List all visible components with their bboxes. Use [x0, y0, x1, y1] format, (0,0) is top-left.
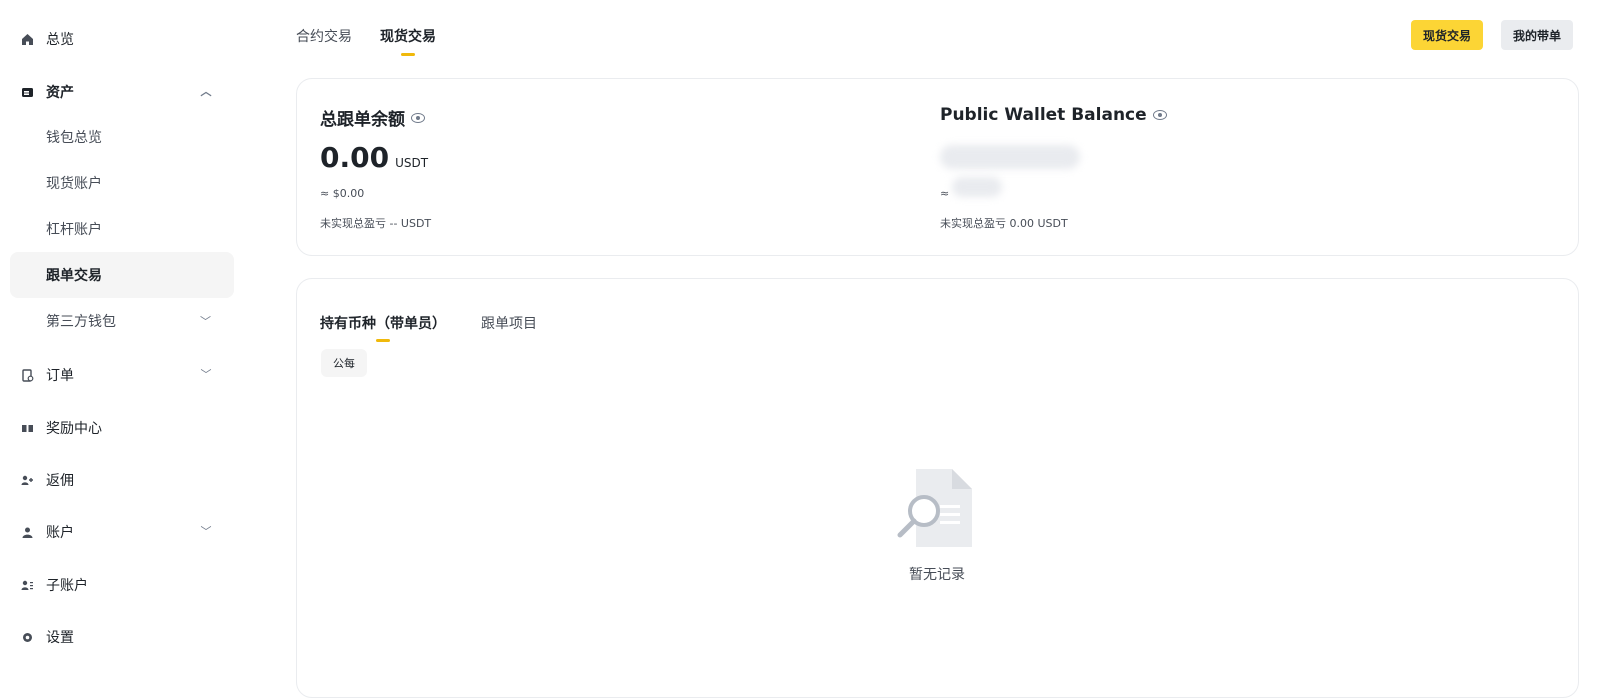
chevron-down-icon: ﹀ — [200, 368, 212, 381]
user-icon — [20, 525, 34, 539]
sidebar-subitem-copy-trading[interactable]: 跟单交易 — [10, 252, 234, 298]
sidebar-subitem-margin-account[interactable]: 杠杆账户 — [10, 206, 234, 252]
hidden-usd-blur — [952, 177, 1002, 197]
holdings-card: 持有币种（带单员） 跟单项目 公每 暂无记录 — [296, 278, 1579, 698]
order-icon — [20, 368, 34, 382]
sidebar-item-label: 设置 — [46, 630, 74, 646]
sidebar-item-account[interactable]: 账户 ﹀ — [10, 509, 234, 555]
chevron-down-icon: ﹀ — [200, 315, 211, 328]
public-wallet-usd-prefix: ≈ — [940, 187, 950, 200]
eye-icon[interactable] — [1152, 110, 1167, 120]
add-user-icon — [20, 473, 34, 487]
tab-copy-projects[interactable]: 跟单项目 — [481, 313, 537, 333]
gear-icon — [20, 630, 34, 644]
sidebar-item-label: 订单 — [46, 368, 74, 384]
sidebar-subitem-label: 杠杆账户 — [46, 222, 102, 238]
sidebar-item-label: 返佣 — [46, 473, 74, 489]
hidden-balance-blur — [940, 145, 1080, 169]
public-wallet-title: Public Wallet Balance — [940, 105, 1167, 125]
home-icon — [20, 32, 34, 46]
sidebar-subitem-spot-account[interactable]: 现货账户 — [10, 160, 234, 206]
sidebar-item-assets[interactable]: 资产 ︿ — [10, 69, 234, 115]
copy-unrealized-pnl: 未实现总盈亏 -- USDT — [320, 217, 432, 230]
tab-holdings[interactable]: 持有币种（带单员） — [320, 313, 446, 333]
empty-search-icon — [897, 469, 972, 547]
balance-card: 总跟单余额 0.00 USDT ≈ $0.00 未实现总盈亏 -- USDT Pu… — [296, 78, 1579, 256]
public-unrealized-pnl: 未实现总盈亏 0.00 USDT — [940, 217, 1068, 230]
sidebar-item-label: 账户 — [46, 525, 74, 541]
copy-balance-usd: ≈ $0.00 — [320, 187, 365, 200]
sidebar-item-settings[interactable]: 设置 — [10, 614, 234, 660]
empty-state-text: 暂无记录 — [909, 567, 965, 583]
sidebar-subitem-third-party-wallet[interactable]: 第三方钱包 ﹀ — [10, 298, 234, 344]
sidebar-item-rebate[interactable]: 返佣 — [10, 457, 234, 503]
sidebar-item-orders[interactable]: 订单 ﹀ — [10, 352, 234, 398]
tab-futures[interactable]: 合约交易 — [296, 26, 352, 46]
sidebar-item-label: 总览 — [46, 32, 74, 48]
copy-balance-amount: 0.00 USDT — [320, 141, 428, 174]
copy-balance-value: 0.00 — [320, 141, 390, 174]
sidebar-item-subaccount[interactable]: 子账户 — [10, 562, 234, 608]
sidebar: 总览 资产 ︿ 钱包总览 现货账户 杠杆账户 跟单交易 第三方钱包 ﹀ 订单 ﹀… — [0, 0, 238, 674]
my-lead-button[interactable]: 我的带单 — [1501, 20, 1574, 50]
sidebar-subitem-label: 现货账户 — [46, 176, 102, 192]
eye-icon[interactable] — [411, 112, 425, 123]
sidebar-item-label: 奖励中心 — [46, 421, 102, 437]
public-wallet-title-text: Public Wallet Balance — [940, 105, 1147, 125]
copy-balance-unit: USDT — [395, 156, 429, 170]
copy-balance-title: 总跟单余额 — [320, 105, 425, 130]
sidebar-subitem-wallet-overview[interactable]: 钱包总览 — [10, 114, 234, 160]
sidebar-item-rewards[interactable]: 奖励中心 — [10, 405, 234, 451]
sidebar-subitem-label: 第三方钱包 — [46, 314, 116, 330]
chevron-up-icon: ︿ — [200, 85, 212, 98]
sidebar-subitem-label: 钱包总览 — [46, 130, 102, 146]
tab-spot[interactable]: 现货交易 — [380, 26, 436, 46]
copy-balance-title-text: 总跟单余额 — [320, 110, 405, 130]
sidebar-subitem-label: 跟单交易 — [46, 268, 102, 284]
spot-trade-button[interactable]: 现货交易 — [1411, 20, 1484, 50]
chevron-down-icon: ﹀ — [200, 525, 212, 538]
wallet-icon — [20, 85, 34, 99]
reward-icon — [20, 421, 34, 435]
sidebar-item-label: 子账户 — [46, 578, 88, 594]
subaccount-icon — [20, 578, 34, 592]
sidebar-item-label: 资产 — [46, 85, 74, 101]
filter-chip[interactable]: 公每 — [321, 349, 367, 377]
sidebar-item-overview[interactable]: 总览 — [10, 16, 234, 62]
